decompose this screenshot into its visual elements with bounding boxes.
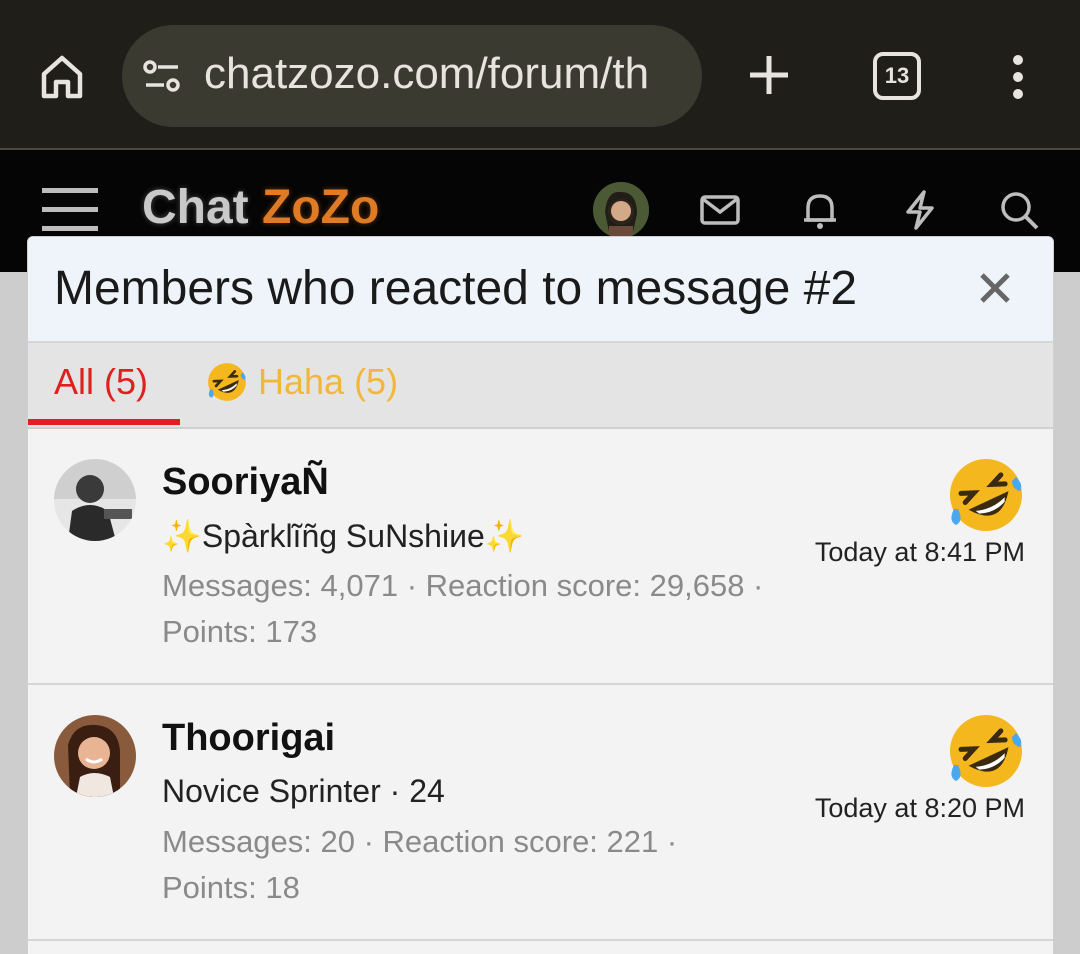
member-avatar[interactable] [54,459,136,541]
avatar-image [54,715,136,797]
tab-switcher-button[interactable]: 13 [873,52,921,100]
haha-reaction-icon [950,715,1022,787]
haha-emoji-icon [208,363,246,401]
site-info-icon[interactable] [142,58,182,94]
new-tab-icon[interactable] [744,50,794,100]
search-icon[interactable] [997,188,1041,232]
more-vert-icon[interactable] [1004,52,1032,102]
menu-icon[interactable] [40,184,100,236]
sparkle-left: ✨ [162,518,202,554]
member-title: Novice Sprinter · 24 [162,773,445,809]
member-title-text: Spàrklĩñg SuNshiиe [201,518,485,554]
address-bar[interactable]: chatzozo.com/forum/th [122,25,702,127]
member-stats: Messages: 20 · Reaction score: 221 · Poi… [162,819,802,911]
member-points: Points: 18 [162,870,300,905]
haha-reaction-icon [950,459,1022,531]
logo-part-zozo: ZoZo [262,181,380,234]
avatar-image [54,459,136,541]
reaction-tabs: All (5) Haha (5) [28,343,1053,429]
bell-icon[interactable] [798,188,842,232]
reaction-time[interactable]: Today at 8:20 PM [815,793,1025,824]
modal-title: Members who reacted to message #2 [54,262,858,315]
member-stats: Messages: 4,071 · Reaction score: 29,658… [162,563,802,655]
tab-haha[interactable]: Haha (5) [206,361,398,403]
tab-all[interactable]: All (5) [54,361,148,403]
reaction-time[interactable]: Today at 8:41 PM [815,537,1025,568]
close-button[interactable] [972,265,1018,311]
member-row[interactable]: Thoorigai Novice Sprinter · 24 Messages:… [28,685,1053,941]
reactions-modal: Members who reacted to message #2 All (5… [27,236,1054,954]
sparkle-right: ✨ [484,518,525,554]
logo-part-chat: Chat [142,181,249,234]
member-title: ✨Spàrklĩñg SuNshiиe✨ [162,517,525,555]
member-name[interactable]: Thoorigai [162,717,335,760]
member-stats-line: Messages: 4,071 · Reaction score: 29,658… [162,568,764,603]
browser-toolbar: chatzozo.com/forum/th 13 [0,0,1080,150]
modal-header: Members who reacted to message #2 [28,237,1053,343]
tab-haha-label: Haha (5) [258,361,399,402]
mail-icon[interactable] [698,188,742,232]
close-icon [980,273,1010,303]
avatar-image [593,182,649,238]
member-avatar[interactable] [54,715,136,797]
bolt-icon[interactable] [898,188,942,232]
member-row[interactable]: SooriyaÑ ✨Spàrklĩñg SuNshiиe✨ Messages: … [28,429,1053,685]
home-icon[interactable] [36,50,88,102]
active-tab-indicator [28,419,180,425]
site-logo[interactable]: Chat ZoZo [142,180,379,235]
member-name[interactable]: SooriyaÑ [162,461,329,504]
member-stats-line: Messages: 20 · Reaction score: 221 · [162,824,678,859]
member-points: Points: 173 [162,614,318,649]
url-text[interactable]: chatzozo.com/forum/th [204,49,649,99]
account-avatar[interactable] [593,182,649,238]
